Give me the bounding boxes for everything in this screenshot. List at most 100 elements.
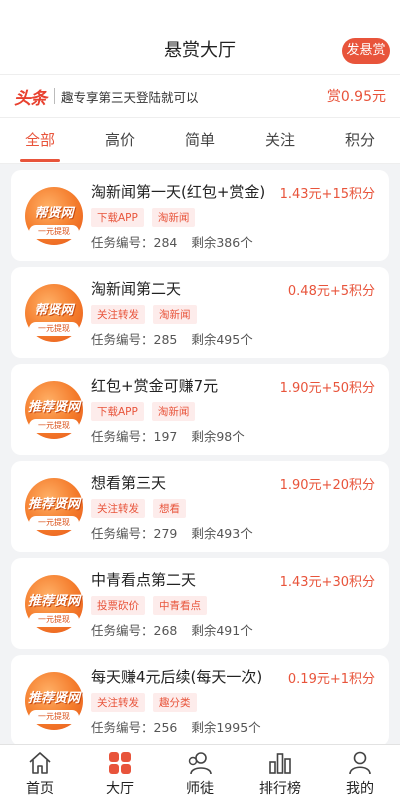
promo-reward: 赏0.95元	[326, 89, 386, 105]
task-meta: 任务编号：284 剩余386个	[91, 232, 263, 251]
task-title: 淘新闻第二天	[91, 280, 182, 298]
logo-name: 推荐贤网	[27, 400, 80, 415]
task-logo: 推荐贤网 一元提现	[25, 478, 83, 536]
logo-name: 推荐贤网	[27, 691, 80, 706]
task-number: 任务编号：256	[91, 720, 177, 735]
task-remaining: 剩余495个	[191, 332, 253, 347]
nav-label: 排行榜	[259, 781, 301, 797]
task-meta: 任务编号：197 剩余98个	[91, 426, 255, 445]
task-number-label: 任务编号：	[91, 429, 154, 444]
task-remaining: 剩余98个	[191, 429, 245, 444]
task-tag: 中青看点	[153, 596, 207, 615]
task-meta: 任务编号：256 剩余1995个	[91, 717, 271, 736]
task-number: 任务编号：285	[91, 332, 177, 347]
task-number: 任务编号：279	[91, 526, 177, 541]
task-tag: 关注转发	[91, 499, 145, 518]
task-title: 红包+赏金可赚7元	[91, 377, 219, 395]
task-card[interactable]: 推荐贤网 一元提现 中青看点第二天 1.43元+30积分 投票砍价 中青看点 任…	[11, 558, 389, 649]
task-number-label: 任务编号：	[91, 720, 154, 735]
logo-sub: 一元提现	[29, 419, 79, 433]
task-tag: 关注转发	[91, 693, 145, 712]
header: 悬赏大厅 发悬赏	[0, 0, 400, 74]
nav-label: 首页	[26, 781, 54, 797]
bar-chart-icon	[269, 753, 291, 774]
logo-sub: 一元提现	[29, 710, 79, 724]
nav-mine[interactable]: 我的	[320, 745, 400, 800]
task-number-label: 任务编号：	[91, 623, 154, 638]
task-tag: 下载APP	[91, 208, 144, 227]
task-remaining: 剩余386个	[191, 235, 253, 250]
task-meta: 任务编号：285 剩余495个	[91, 329, 263, 348]
nav-label: 师徒	[186, 781, 214, 797]
nav-home[interactable]: 首页	[0, 745, 80, 800]
task-number-label: 任务编号：	[91, 332, 154, 347]
task-title: 每天赚4元后续(每天一次)	[91, 668, 263, 686]
logo-name: 帮贤网	[34, 303, 74, 318]
task-number-value: 285	[153, 332, 178, 347]
tab-following[interactable]: 关注	[240, 118, 320, 163]
task-tags: 关注转发 趣分类	[91, 693, 205, 712]
nav-hall[interactable]: 大厅	[80, 745, 160, 800]
logo-sub: 一元提现	[29, 322, 79, 336]
task-title: 中青看点第二天	[91, 571, 197, 589]
tab-all[interactable]: 全部	[0, 118, 80, 163]
task-number: 任务编号：197	[91, 429, 177, 444]
task-list: 帮贤网 一元提现 淘新闻第一天(红包+赏金) 1.43元+15积分 下载APP …	[0, 164, 400, 746]
task-remaining: 剩余1995个	[191, 720, 261, 735]
task-tag: 淘新闻	[151, 208, 196, 227]
task-number: 任务编号：268	[91, 623, 177, 638]
post-reward-button[interactable]: 发悬赏	[342, 38, 390, 64]
task-number-value: 256	[153, 720, 178, 735]
logo-name: 推荐贤网	[27, 594, 80, 609]
task-tag: 想看	[153, 499, 186, 518]
task-remaining: 剩余491个	[191, 623, 253, 638]
task-tags: 下载APP 淘新闻	[91, 208, 203, 227]
person-icon	[349, 751, 371, 775]
task-card[interactable]: 推荐贤网 一元提现 想看第三天 1.90元+20积分 关注转发 想看 任务编号：…	[11, 461, 389, 552]
logo-sub: 一元提现	[29, 613, 79, 627]
promo-text: 趣专享第三天登陆就可以	[61, 89, 199, 105]
task-tag: 淘新闻	[151, 402, 196, 421]
task-price: 0.19元+1积分	[287, 672, 375, 687]
task-logo: 推荐贤网 一元提现	[25, 672, 83, 730]
task-card[interactable]: 推荐贤网 一元提现 每天赚4元后续(每天一次) 0.19元+1积分 关注转发 趣…	[11, 655, 389, 746]
task-tags: 投票砍价 中青看点	[91, 596, 215, 615]
task-title: 淘新闻第一天(红包+赏金)	[91, 183, 266, 201]
task-number-value: 284	[153, 235, 178, 250]
task-tag: 投票砍价	[91, 596, 145, 615]
task-logo: 帮贤网 一元提现	[25, 187, 83, 245]
tab-simple[interactable]: 简单	[160, 118, 240, 163]
tab-points[interactable]: 积分	[320, 118, 400, 163]
logo-sub: 一元提现	[29, 516, 79, 530]
promo-banner[interactable]: 头条 趣专享第三天登陆就可以 赏0.95元	[0, 74, 400, 118]
task-card[interactable]: 帮贤网 一元提现 淘新闻第一天(红包+赏金) 1.43元+15积分 下载APP …	[11, 170, 389, 261]
bottom-nav: 首页 大厅 师徒 排行榜 我的	[0, 744, 400, 800]
task-price: 1.43元+15积分	[279, 187, 375, 202]
home-icon	[29, 752, 51, 774]
category-tabs: 全部 高价 简单 关注 积分	[0, 118, 400, 164]
task-number-value: 268	[153, 623, 178, 638]
task-price: 1.43元+30积分	[279, 575, 375, 590]
nav-mentor[interactable]: 师徒	[160, 745, 240, 800]
task-meta: 任务编号：279 剩余493个	[91, 523, 263, 542]
logo-sub: 一元提现	[29, 225, 79, 239]
task-meta: 任务编号：268 剩余491个	[91, 620, 263, 639]
task-price: 1.90元+20积分	[279, 478, 375, 493]
task-tag: 关注转发	[91, 305, 145, 324]
task-tags: 下载APP 淘新闻	[91, 402, 203, 421]
task-number-label: 任务编号：	[91, 235, 154, 250]
task-logo: 推荐贤网 一元提现	[25, 381, 83, 439]
tab-high-price[interactable]: 高价	[80, 118, 160, 163]
logo-name: 推荐贤网	[27, 497, 80, 512]
task-price: 0.48元+5积分	[287, 284, 375, 299]
task-number-value: 197	[153, 429, 178, 444]
task-number-label: 任务编号：	[91, 526, 154, 541]
nav-label: 大厅	[106, 781, 134, 797]
task-card[interactable]: 帮贤网 一元提现 淘新闻第二天 0.48元+5积分 关注转发 淘新闻 任务编号：…	[11, 267, 389, 358]
task-card[interactable]: 推荐贤网 一元提现 红包+赏金可赚7元 1.90元+50积分 下载APP 淘新闻…	[11, 364, 389, 455]
users-icon	[188, 752, 212, 775]
nav-ranking[interactable]: 排行榜	[240, 745, 320, 800]
task-tags: 关注转发 想看	[91, 499, 194, 518]
task-logo: 推荐贤网 一元提现	[25, 575, 83, 633]
task-logo: 帮贤网 一元提现	[25, 284, 83, 342]
